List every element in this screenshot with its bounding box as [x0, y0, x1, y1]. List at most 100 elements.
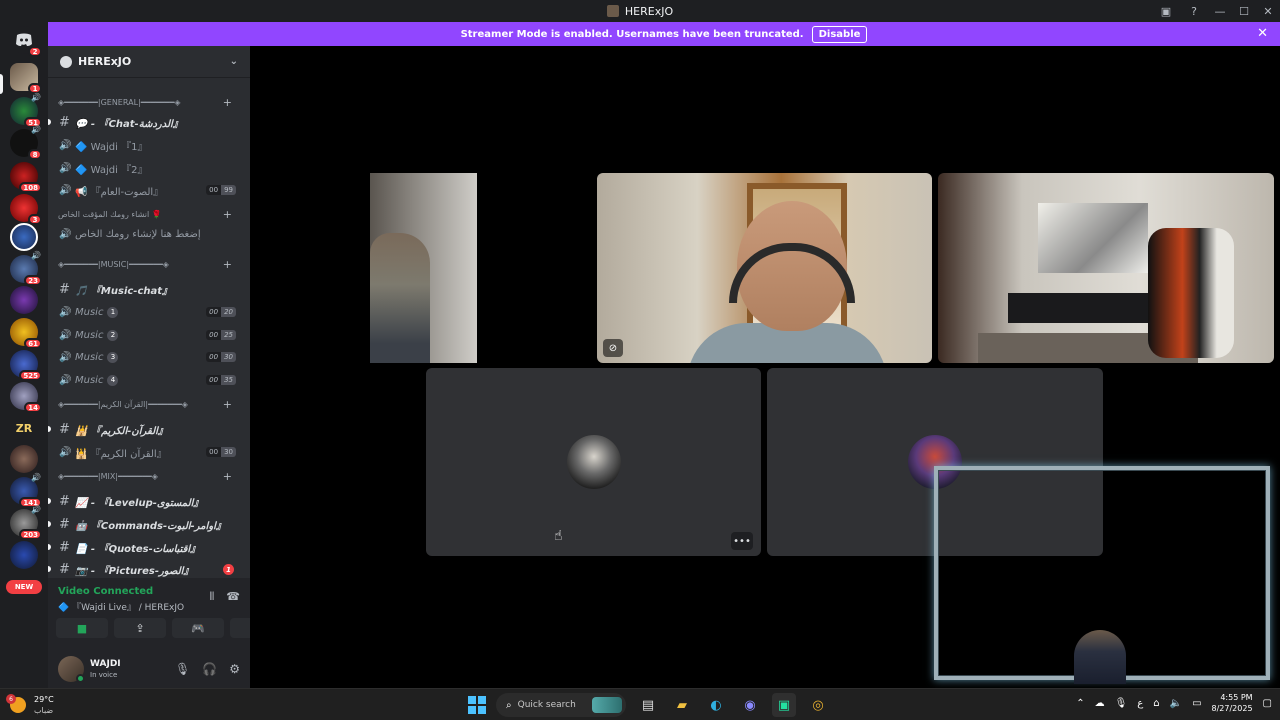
- server-10[interactable]: 525: [10, 350, 42, 381]
- channel-quotes[interactable]: # 📄 - 『Quotes-اقتباسات』: [48, 537, 242, 557]
- text-channel-icon: #: [59, 516, 70, 532]
- chrome-icon[interactable]: ◎: [806, 693, 830, 717]
- clock[interactable]: 4:55 PM 8/27/2025: [1212, 692, 1253, 714]
- onedrive-icon[interactable]: ☁: [1095, 698, 1105, 709]
- battery-icon[interactable]: ▭: [1192, 698, 1201, 709]
- server-9[interactable]: 61: [10, 318, 42, 349]
- voice-panel: Video Connected 🔷 『Wajdi Live』 / HERExJO…: [48, 578, 282, 688]
- server-15[interactable]: 🔊 203: [10, 505, 42, 540]
- search-box[interactable]: ⌕ Quick search: [496, 693, 626, 717]
- noise-suppression-icon[interactable]: ⦀: [209, 590, 214, 604]
- weather-widget[interactable]: 6 29°C ضباب: [6, 694, 54, 716]
- activities-button[interactable]: 🎮: [172, 618, 224, 638]
- server-2[interactable]: 🔊 51: [10, 93, 42, 128]
- voice-channel-link[interactable]: 🔷 『Wajdi Live』 / HERExJO: [58, 600, 184, 613]
- category-music[interactable]: ◈━━━━━━━|MUSIC|━━━━━━━◈ +: [58, 258, 240, 271]
- server-3[interactable]: 🔊 8: [10, 125, 42, 160]
- system-tray: ⌃ ☁ 🎙 ع ⌂ 🔈 ▭ 4:55 PM 8/27/2025 ▢: [1076, 692, 1272, 714]
- input-language[interactable]: ع: [1137, 698, 1143, 709]
- edge-icon[interactable]: ◐: [704, 693, 728, 717]
- channel-create-private[interactable]: 🔊 إضغط هنا لإنشاء رومك الخاص: [56, 224, 242, 244]
- volume-icon[interactable]: 🔈: [1170, 698, 1182, 709]
- video-tile-1[interactable]: [370, 173, 477, 363]
- guild-header[interactable]: HERExJO ⌄: [48, 46, 250, 78]
- disable-streamer-mode-button[interactable]: Disable: [811, 25, 868, 43]
- more-options-icon[interactable]: •••: [731, 532, 753, 550]
- server-14[interactable]: 🔊 141: [10, 473, 42, 508]
- avatar[interactable]: [58, 656, 85, 683]
- add-channel-icon[interactable]: +: [223, 398, 232, 411]
- add-channel-icon[interactable]: +: [223, 258, 232, 271]
- channel-wajdi-2[interactable]: 🔊 🔷 Wajdi 『2』: [56, 158, 242, 178]
- help-icon[interactable]: ?: [1180, 0, 1208, 22]
- add-channel-icon[interactable]: +: [223, 470, 232, 483]
- user-count: 00: [206, 447, 222, 457]
- server-7[interactable]: 🔊 23: [10, 251, 42, 286]
- inbox-icon[interactable]: ▣: [1152, 0, 1180, 22]
- disconnect-icon[interactable]: ☎: [226, 590, 240, 604]
- task-view-icon[interactable]: ▤: [636, 693, 660, 717]
- channel-levelup[interactable]: # 📈 - 『Levelup-المستوى』: [48, 491, 242, 511]
- user-status: In voice: [90, 671, 118, 679]
- gear-icon[interactable]: ⚙: [229, 662, 240, 676]
- server-8[interactable]: [10, 286, 38, 314]
- channel-wajdi-1[interactable]: 🔊 🔷 Wajdi 『1』: [56, 135, 242, 155]
- channel-quran-voice[interactable]: 🔊 🕌 『القرآن الكريم』 00 30: [56, 442, 242, 462]
- microphone-icon[interactable]: 🎙: [175, 662, 190, 676]
- channel-quran-text[interactable]: # 🕌 『القرآن-الكريم』: [48, 419, 242, 439]
- video-off-icon[interactable]: ⊘: [603, 339, 623, 357]
- channel-chat[interactable]: # 💬 - 『Chat-الدردشة』: [48, 112, 242, 132]
- new-servers-badge[interactable]: NEW: [6, 580, 42, 594]
- close-banner-icon[interactable]: ✕: [1257, 26, 1268, 41]
- active-app-icon[interactable]: ▣: [772, 693, 796, 717]
- chevron-down-icon[interactable]: ⌄: [230, 56, 238, 67]
- server-herexjo[interactable]: 1: [10, 63, 42, 94]
- server-4[interactable]: 108: [10, 162, 42, 193]
- category-private[interactable]: انشاء رومك المؤقت الخاص 🌹 +: [58, 208, 240, 221]
- category-quran[interactable]: ◈━━━━━━━|القرآن الكريم|━━━━━━━◈ +: [58, 398, 240, 411]
- server-icon: [606, 5, 619, 17]
- notifications-icon[interactable]: ▢: [1263, 698, 1272, 709]
- channel-general-voice[interactable]: 🔊 📢 『الصوت-العام』 00 99: [56, 180, 242, 200]
- camera-button[interactable]: ■: [56, 618, 108, 638]
- stream-overlay-frame: [934, 466, 1270, 684]
- headphones-icon[interactable]: 🎧: [202, 662, 217, 676]
- user-limit: 00 30: [206, 352, 236, 362]
- network-icon[interactable]: ⌂: [1153, 698, 1159, 709]
- participant-tile-1[interactable]: •••: [426, 368, 761, 556]
- channel-music-2[interactable]: 🔊 Music 2 00 25: [56, 325, 242, 345]
- text-channel-icon: #: [59, 421, 70, 437]
- start-button[interactable]: [468, 696, 486, 714]
- server-5[interactable]: 3: [10, 194, 42, 225]
- chevron-up-icon[interactable]: ⌃: [1076, 698, 1084, 709]
- screen-share-button[interactable]: ⇪: [114, 618, 166, 638]
- server-11[interactable]: 14: [10, 382, 42, 413]
- server-16[interactable]: [10, 541, 38, 569]
- video-tile-3[interactable]: [938, 173, 1274, 363]
- video-tile-2[interactable]: ⊘: [597, 173, 932, 363]
- username[interactable]: WAJDI: [90, 659, 121, 669]
- title-bar: HERExJO ▣ ? — ☐ ✕: [0, 0, 1280, 22]
- channel-music-4[interactable]: 🔊 Music 4 00 35: [56, 370, 242, 390]
- server-zr[interactable]: ZR: [10, 414, 38, 442]
- home-button[interactable]: 2: [10, 26, 42, 57]
- channel-music-3[interactable]: 🔊 Music 3 00 30: [56, 347, 242, 367]
- category-general[interactable]: ◈━━━━━━━|GENERAL|━━━━━━━◈ +: [58, 96, 240, 109]
- category-mix[interactable]: ◈━━━━━━━|MIX|━━━━━━━◈ +: [58, 470, 240, 483]
- discord-taskbar-icon[interactable]: ◉: [738, 693, 762, 717]
- maximize-button[interactable]: ☐: [1232, 0, 1256, 22]
- server-13[interactable]: [10, 445, 38, 473]
- file-explorer-icon[interactable]: ▰: [670, 693, 694, 717]
- channel-music-1[interactable]: 🔊 Music 1 00 20: [56, 302, 242, 322]
- voice-status[interactable]: Video Connected: [58, 586, 153, 597]
- close-window-button[interactable]: ✕: [1256, 0, 1280, 22]
- channel-music-chat[interactable]: # 🎵 『Music-chat』: [56, 279, 242, 299]
- server-6[interactable]: [10, 223, 38, 251]
- add-channel-icon[interactable]: +: [223, 208, 232, 221]
- weather-badge: 6: [6, 694, 16, 704]
- channel-pictures[interactable]: # 📷 - 『Pictures-الصور』 1: [48, 559, 242, 579]
- minimize-button[interactable]: —: [1208, 0, 1232, 22]
- add-channel-icon[interactable]: +: [223, 96, 232, 109]
- channel-commands[interactable]: # 🤖 『Commands-اوامر-البوت』: [48, 514, 242, 534]
- mic-tray-icon[interactable]: 🎙: [1115, 698, 1128, 709]
